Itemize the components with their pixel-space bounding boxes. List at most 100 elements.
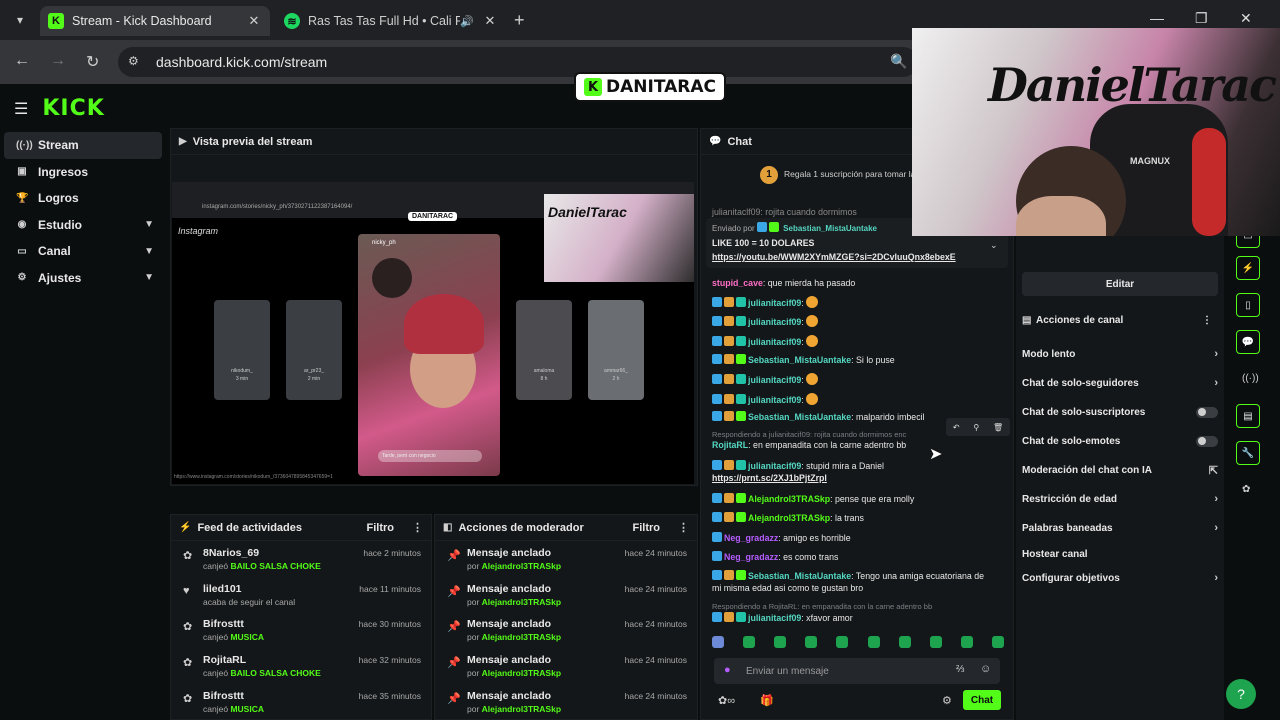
mod-user[interactable]: Alejandrol3TRASkp xyxy=(482,632,561,642)
emote-icon[interactable] xyxy=(712,636,724,648)
emote-icon[interactable] xyxy=(774,636,787,648)
banned-words-row[interactable]: Palabras baneadas › xyxy=(1022,518,1218,538)
chevron-down-icon[interactable]: ⌄ xyxy=(990,240,997,251)
pinned-link[interactable]: https://youtu.be/WWM2XYmMZGE?si=2DCvluuQ… xyxy=(712,252,956,262)
pinned-user[interactable]: Sebastian_MistaUantake xyxy=(783,224,877,233)
sidebar-item-ingresos[interactable]: ▣ Ingresos xyxy=(4,159,162,186)
mod-user[interactable]: Alejandrol3TRASkp xyxy=(482,561,561,571)
stream-preview-video[interactable]: instagram.com/stories/nicky_ph/373027112… xyxy=(172,182,694,484)
mic-icon[interactable]: ● xyxy=(724,664,731,676)
chat-bubble-icon[interactable]: 💬 xyxy=(1236,330,1260,354)
hamburger-icon[interactable]: ☰ xyxy=(14,99,28,119)
emotes-only-toggle[interactable] xyxy=(1196,435,1218,447)
chat-user[interactable]: julianitacif09 xyxy=(748,395,801,405)
chat-send-button[interactable]: Chat xyxy=(963,690,1001,710)
chat-user[interactable]: RojitaRL xyxy=(712,440,748,450)
activity-user[interactable]: Bifrosttt xyxy=(203,690,244,702)
chat-user[interactable]: julianitacif09 xyxy=(748,317,801,327)
age-restriction-row[interactable]: Restricción de edad › xyxy=(1022,489,1218,509)
chat-user[interactable]: stupid_cave xyxy=(712,278,763,288)
sidebar-item-ajustes[interactable]: ⚙ Ajustes ▼ xyxy=(4,265,162,292)
close-icon[interactable]: ✕ xyxy=(246,13,262,29)
more-icon[interactable]: ⋮ xyxy=(1202,315,1212,326)
forward-icon[interactable]: → xyxy=(50,52,66,70)
ai-moderation-row[interactable]: Moderación del chat con IA ⇱ xyxy=(1022,460,1218,480)
tab-kick-dashboard[interactable]: K Stream - Kick Dashboard ✕ xyxy=(40,6,270,36)
sidebar-item-stream[interactable]: ((·)) Stream xyxy=(4,132,162,159)
chat-user[interactable]: Alejandrol3TRASkp xyxy=(748,494,830,504)
chat-user[interactable]: Neg_gradazz xyxy=(724,533,778,543)
points-icon[interactable]: ✿∞ xyxy=(718,694,735,707)
activity-user[interactable]: 8Narios_69 xyxy=(203,547,259,559)
sidebar-item-logros[interactable]: 🏆 Logros xyxy=(4,185,162,212)
chat-user[interactable]: Sebastian_MistaUantake xyxy=(748,412,851,422)
restore-icon[interactable]: ❐ xyxy=(1195,10,1208,27)
slow-mode-row[interactable]: Modo lento › xyxy=(1022,344,1218,364)
broadcast-icon[interactable]: ((·)) xyxy=(1242,373,1259,384)
chat-settings-icon[interactable]: ⚙ xyxy=(942,694,952,707)
chat-user[interactable]: Neg_gradazz xyxy=(724,552,778,562)
mod-user[interactable]: Alejandrol3TRASkp xyxy=(482,597,561,607)
reload-icon[interactable]: ↻ xyxy=(86,52,99,72)
kick-logo[interactable]: KICK xyxy=(42,96,104,121)
sidebar-item-estudio[interactable]: ◉ Estudio ▼ xyxy=(4,212,162,239)
host-channel-row[interactable]: Hostear canal xyxy=(1022,544,1218,564)
chat-user[interactable]: julianitacif09 xyxy=(748,298,801,308)
help-icon[interactable]: ? xyxy=(1226,679,1256,709)
more-icon[interactable]: ⋮ xyxy=(678,521,689,534)
emote-icon[interactable] xyxy=(743,636,756,648)
emote-icon[interactable] xyxy=(960,636,973,648)
speaker-icon[interactable]: 🔊 xyxy=(460,15,474,28)
bolt-icon[interactable]: ⚡ xyxy=(1236,256,1260,280)
command-icon[interactable]: ⅔ xyxy=(956,664,964,675)
goals-row[interactable]: Configurar objetivos › xyxy=(1022,568,1218,588)
chat-user[interactable]: julianitacif09 xyxy=(748,613,801,623)
points-icon[interactable]: ✿ xyxy=(1242,484,1250,495)
edit-button[interactable]: Editar xyxy=(1022,272,1218,296)
emoji-picker-icon[interactable]: ☺ xyxy=(980,663,991,675)
back-icon[interactable]: ← xyxy=(14,52,30,70)
url-input[interactable]: dashboard.kick.com/stream xyxy=(118,47,918,77)
new-tab-icon[interactable]: + xyxy=(514,10,525,31)
emote-icon[interactable] xyxy=(867,636,880,648)
pin-icon[interactable]: ⚲ xyxy=(973,423,979,432)
emote-icon[interactable] xyxy=(898,636,911,648)
chat-user[interactable]: Alejandrol3TRASkp xyxy=(748,513,830,523)
close-icon[interactable]: ✕ xyxy=(482,13,498,29)
mod-user[interactable]: Alejandrol3TRASkp xyxy=(482,668,561,678)
chat-link[interactable]: https://prnt.sc/2XJ1bPjtZrpl xyxy=(712,473,827,483)
chat-user[interactable]: julianitacif09 xyxy=(748,375,801,385)
chat-user[interactable]: julianitacif09 xyxy=(748,461,801,471)
filter-button[interactable]: Filtro xyxy=(367,522,395,534)
activity-user[interactable]: RojitaRL xyxy=(203,654,246,666)
gift-sub-banner[interactable]: 1 Regala 1 suscripción para tomar la xyxy=(760,166,915,184)
window-close-icon[interactable]: ✕ xyxy=(1240,10,1252,27)
wrench-icon[interactable]: 🔧 xyxy=(1236,441,1260,465)
followers-only-row[interactable]: Chat de solo-seguidores › xyxy=(1022,373,1218,393)
delete-icon[interactable]: 🗑 xyxy=(993,423,1003,432)
mod-user[interactable]: Alejandrol3TRASkp xyxy=(482,704,561,714)
document-icon[interactable]: ▯ xyxy=(1236,293,1260,317)
reply-icon[interactable]: ↶ xyxy=(953,423,960,432)
gift-icon[interactable]: 🎁 xyxy=(760,694,774,707)
chat-user[interactable]: Sebastian_MistaUantake xyxy=(748,355,851,365)
emote-icon[interactable] xyxy=(929,636,942,648)
save-icon[interactable]: ▤ xyxy=(1236,404,1260,428)
tab-search-icon[interactable]: ▾ xyxy=(8,8,32,32)
emote-icon[interactable] xyxy=(836,636,849,648)
filter-button[interactable]: Filtro xyxy=(633,522,661,534)
chat-message: julianitacif09: xyxy=(712,296,819,308)
chat-user[interactable]: Sebastian_MistaUantake xyxy=(748,571,851,581)
minimize-icon[interactable]: — xyxy=(1150,10,1164,26)
site-info-icon[interactable]: ⚙ xyxy=(128,54,139,68)
zoom-icon[interactable]: 🔍 xyxy=(890,53,907,70)
activity-user[interactable]: Bifrosttt xyxy=(203,618,244,630)
sidebar-item-canal[interactable]: ▭ Canal ▼ xyxy=(4,238,162,265)
subscribers-only-toggle[interactable] xyxy=(1196,406,1218,418)
chat-user[interactable]: julianitacif09 xyxy=(748,337,801,347)
emote-icon[interactable] xyxy=(991,636,1004,648)
more-icon[interactable]: ⋮ xyxy=(412,521,423,534)
tab-spotify[interactable]: ≋ Ras Tas Tas Full Hd • Cali Fl 🔊 ✕ xyxy=(276,6,506,36)
emote-icon[interactable] xyxy=(805,636,818,648)
activity-user[interactable]: liled101 xyxy=(203,583,242,595)
